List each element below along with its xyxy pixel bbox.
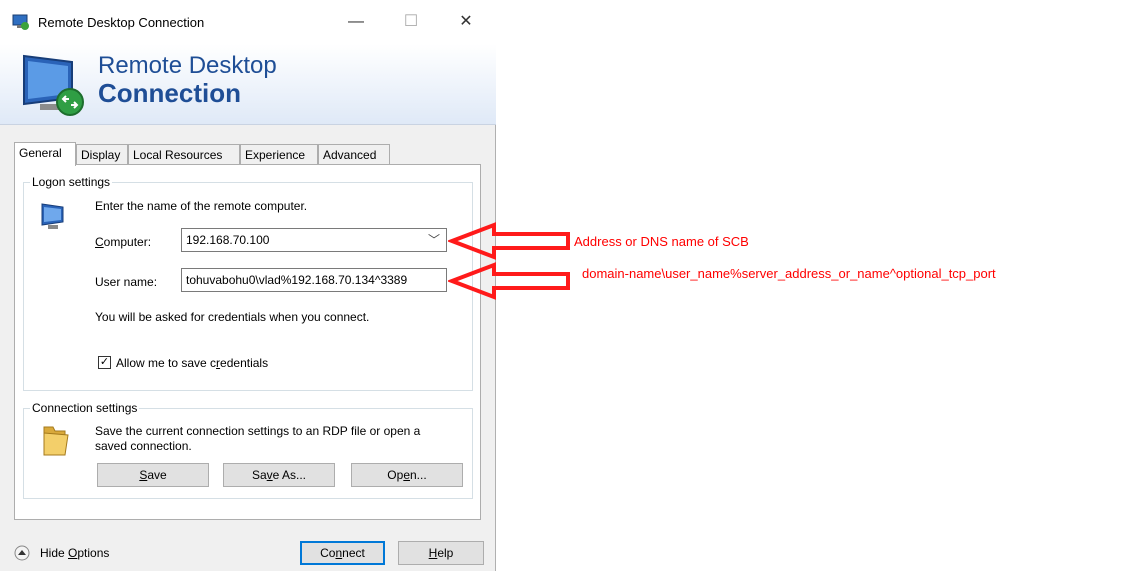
open-accel: e <box>403 468 410 482</box>
logon-instruction-text: Enter the name of the remote computer. <box>95 199 308 213</box>
general-tab-panel: Logon settings Enter the name of the rem… <box>14 164 481 520</box>
save-as-start: Sa <box>251 468 267 482</box>
close-button[interactable]: ✕ <box>444 8 488 36</box>
credentials-note: You will be asked for credentials when y… <box>95 310 370 324</box>
help-rest: elp <box>437 546 454 560</box>
connection-instruction-line2: saved connection. <box>95 439 192 453</box>
save-as-button[interactable]: Save As... <box>223 463 335 487</box>
logon-settings-legend: Logon settings <box>32 175 111 189</box>
chevron-down-icon[interactable]: ﹀ <box>428 229 440 251</box>
connect-button[interactable]: Connect <box>300 541 385 565</box>
hide-options-rest: ptions <box>77 546 110 560</box>
banner-title-line2: Connection <box>98 78 241 108</box>
annotation-username-note: domain-name\user_name%server_address_or_… <box>582 266 996 281</box>
help-button[interactable]: Help <box>398 541 484 565</box>
open-start: Op <box>387 468 404 482</box>
folder-icon <box>43 426 69 456</box>
username-input[interactable]: tohuvabohu0\vlad%192.168.70.134^3389 <box>181 268 447 292</box>
connect-rest: nect <box>342 546 365 560</box>
banner-title-line1: Remote Desktop <box>98 52 277 79</box>
connection-instruction-line1: Save the current connection settings to … <box>95 424 421 438</box>
hide-options-start: Hide <box>40 546 69 560</box>
username-label: User name: <box>95 275 158 289</box>
save-button[interactable]: Save <box>97 463 209 487</box>
computer-label: Computer: <box>95 235 151 249</box>
save-credentials-text: Allow me to save c <box>116 356 217 370</box>
hide-options-label[interactable]: Hide Options <box>40 546 109 560</box>
maximize-button[interactable]: ☐ <box>389 8 433 36</box>
tab-general[interactable]: General <box>14 142 76 166</box>
computer-value: 192.168.70.100 <box>186 233 270 247</box>
save-credentials-checkbox[interactable]: ✓ <box>98 356 111 369</box>
annotation-computer-note: Address or DNS name of SCB <box>574 234 749 249</box>
connect-start: Co <box>320 546 336 560</box>
save-rest: ave <box>147 468 167 482</box>
computer-combobox[interactable]: 192.168.70.100 ﹀ <box>181 228 447 252</box>
computer-label-rest: omputer: <box>103 235 152 249</box>
remote-desktop-monitor-icon <box>23 54 84 116</box>
connection-settings-legend: Connection settings <box>32 401 138 415</box>
window-title: Remote Desktop Connection <box>38 15 205 30</box>
save-credentials-text-end: edentials <box>220 356 269 370</box>
tab-local-resources[interactable]: Local Resources <box>128 144 240 164</box>
annotation-arrow-username <box>448 262 570 300</box>
title-bar: Remote Desktop Connection — ☐ ✕ <box>0 0 496 44</box>
save-credentials-label[interactable]: Allow me to save credentials <box>116 356 268 370</box>
computer-icon <box>41 203 64 229</box>
hide-options-accel: O <box>68 546 78 560</box>
annotation-arrow-computer <box>448 222 570 260</box>
computer-label-accel: C <box>95 235 104 249</box>
tab-display[interactable]: Display <box>76 144 128 164</box>
tab-advanced[interactable]: Advanced <box>318 144 390 164</box>
open-button[interactable]: Open... <box>351 463 463 487</box>
save-as-rest: e As... <box>272 468 307 482</box>
remote-desktop-app-icon <box>12 14 29 30</box>
tab-experience[interactable]: Experience <box>240 144 318 164</box>
header-banner: Remote Desktop Connection <box>0 44 496 125</box>
rdc-window: Remote Desktop Connection — ☐ ✕ Remote D… <box>0 0 496 571</box>
chevron-up-circle-icon[interactable] <box>14 545 30 561</box>
open-rest: n... <box>410 468 427 482</box>
minimize-button[interactable]: — <box>334 8 378 36</box>
